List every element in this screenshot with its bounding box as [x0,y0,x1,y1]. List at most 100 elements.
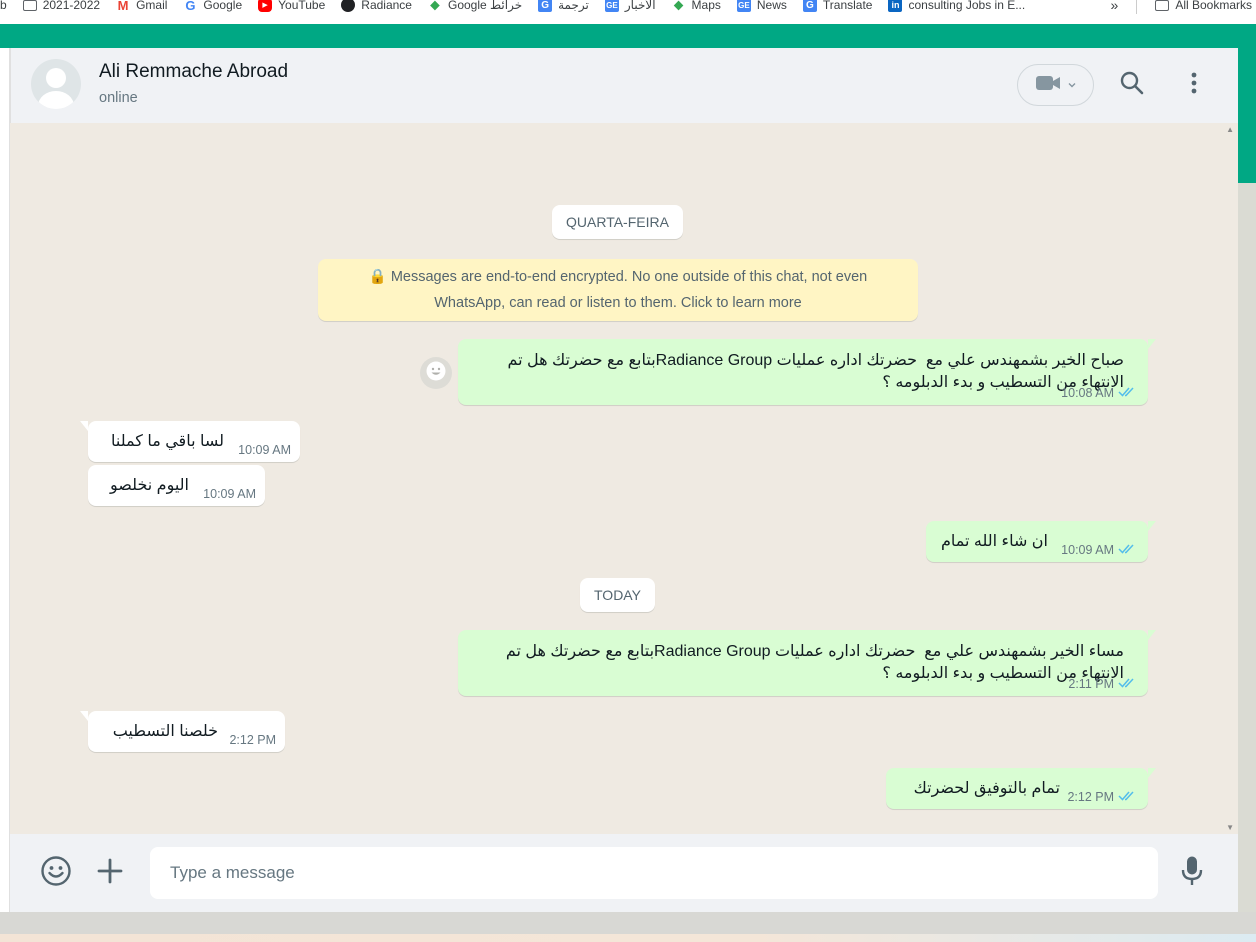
microphone-icon [1180,855,1204,892]
message-input[interactable] [150,847,1158,899]
bookmark-news[interactable]: GE News [729,0,795,17]
folder-icon [1155,0,1170,11]
chat-list-edge [0,48,10,912]
message-time: 2:11 PM [1068,677,1114,691]
message-meta: 10:08 AM [1061,386,1136,400]
bookmark-maps[interactable]: ⬥ Maps [664,0,729,17]
youtube-icon: ▶ [258,0,273,12]
message-composer [10,834,1238,912]
menu-button[interactable] [1179,70,1209,100]
message-time: 2:12 PM [229,733,276,747]
message-outgoing[interactable]: ان شاء الله تمام 10:09 AM [926,521,1156,562]
app-right-band [1238,48,1256,183]
plus-icon [97,858,123,889]
linkedin-icon: in [888,0,903,12]
bookmark-folder-2021-2022[interactable]: 2021-2022 [15,0,108,17]
bookmarks-divider [1136,0,1138,14]
scroll-down-arrow-icon[interactable]: ▼ [1226,823,1234,832]
message-list[interactable]: ▲ ▼ QUARTA-FEIRA 🔒 Messages are end-to-e… [10,123,1238,834]
message-time: 10:08 AM [1061,386,1114,400]
message-text: خلصنا التسطيب [112,723,218,740]
window-bottom-edge [0,912,1256,942]
translate-icon: G [802,0,817,12]
date-separator: TODAY [580,578,655,612]
bookmark-gmail[interactable]: M Gmail [108,0,175,17]
message-time: 10:09 AM [203,487,256,501]
bookmark-linkedin-jobs[interactable]: in consulting Jobs in E... [880,0,1033,17]
double-check-read-icon [1118,790,1136,804]
message-outgoing[interactable]: صباح الخير بشمهندس علي مع حضرتك اداره عم… [458,339,1156,405]
message-meta: 2:12 PM [1067,790,1136,804]
message-meta: 2:12 PM [229,733,276,747]
bookmark-radiance[interactable]: Radiance [333,0,420,17]
bookmark-translate-ar[interactable]: G ترجمة [530,0,597,17]
attach-button[interactable] [93,856,127,890]
contact-name[interactable]: Ali Remmache Abroad [99,61,288,83]
voice-message-button[interactable] [1175,856,1209,890]
message-time: 10:09 AM [238,443,291,457]
google-icon: G [185,0,196,13]
bookmarks-bar: b 2021-2022 M Gmail G Google ▶ YouTube R… [0,0,1256,24]
message-outgoing[interactable]: تمام بالتوفيق لحضرتك 2:12 PM [886,768,1156,809]
chevron-down-icon [1067,76,1077,94]
search-button[interactable] [1117,70,1147,100]
message-text: صباح الخير بشمهندس علي مع حضرتك اداره عم… [503,352,1124,391]
forward-button[interactable] [420,357,452,389]
message-time: 10:09 AM [1061,543,1114,557]
gmail-icon: M [117,0,129,13]
message-text: مساء الخير بشمهندس علي مع حضرتك اداره عم… [501,643,1124,682]
video-camera-icon [1035,74,1061,97]
bookmark-google[interactable]: G Google [175,0,250,17]
kebab-menu-icon [1190,71,1198,100]
translate-icon: G [538,0,553,12]
message-incoming[interactable]: لسا باقي ما كملنا 10:09 AM [80,421,300,462]
date-separator: QUARTA-FEIRA [552,205,683,239]
contact-status: online [99,90,138,106]
double-check-read-icon [1118,543,1136,557]
folder-icon [22,0,37,11]
more-bookmarks-button[interactable]: » [1103,0,1127,17]
bookmark-b[interactable]: b [0,0,15,17]
message-outgoing[interactable]: مساء الخير بشمهندس علي مع حضرتك اداره عم… [458,630,1156,696]
message-incoming[interactable]: اليوم نخلصو 10:09 AM [88,465,265,506]
maps-icon: ⬥ [430,0,440,12]
message-meta: 10:09 AM [1061,543,1136,557]
search-icon [1119,70,1145,101]
message-meta: 10:09 AM [238,443,291,457]
news-icon: GE [736,0,751,12]
message-time: 2:12 PM [1067,790,1114,804]
bookmarks-right: » All Bookmarks [1102,0,1256,24]
bubble-tail [1148,768,1156,778]
emoji-button[interactable] [39,855,73,892]
bubble-tail [1148,630,1156,640]
bookmark-youtube[interactable]: ▶ YouTube [250,0,333,17]
double-check-read-icon [1118,386,1136,400]
taskbar-edge [0,934,1256,942]
app-top-band [0,24,1256,48]
smiley-icon [40,855,72,892]
contact-avatar[interactable] [31,59,81,109]
message-text: ان شاء الله تمام [940,533,1048,550]
bubble-tail [1148,339,1156,349]
message-text: تمام بالتوفيق لحضرتك [913,780,1060,797]
message-meta: 10:09 AM [203,487,256,501]
message-incoming[interactable]: خلصنا التسطيب 2:12 PM [80,711,285,752]
maps-icon: ⬥ [673,0,684,12]
bookmark-news-ar[interactable]: GE الأخبار [597,0,664,17]
scroll-up-arrow-icon[interactable]: ▲ [1226,125,1234,134]
bookmark-translate[interactable]: G Translate [795,0,881,17]
video-call-button[interactable] [1017,64,1094,106]
globe-icon [341,0,356,12]
conversation-panel: Ali Remmache Abroad online ▲ ▼ QUARTA-FE… [10,48,1238,912]
bubble-tail [80,421,88,431]
double-check-read-icon [1118,677,1136,691]
encryption-notice[interactable]: 🔒 Messages are end-to-end encrypted. No … [318,259,918,321]
emoji-face-icon [425,360,447,387]
message-text: لسا باقي ما كملنا [111,433,224,450]
bubble-tail [80,711,88,721]
all-bookmarks-button[interactable]: All Bookmarks [1147,0,1256,17]
bubble-tail [1148,521,1156,531]
message-text: اليوم نخلصو [110,477,189,494]
bookmark-google-maps-ar[interactable]: ⬥ Google خرائط [420,0,530,17]
conversation-header[interactable]: Ali Remmache Abroad online [10,48,1238,123]
